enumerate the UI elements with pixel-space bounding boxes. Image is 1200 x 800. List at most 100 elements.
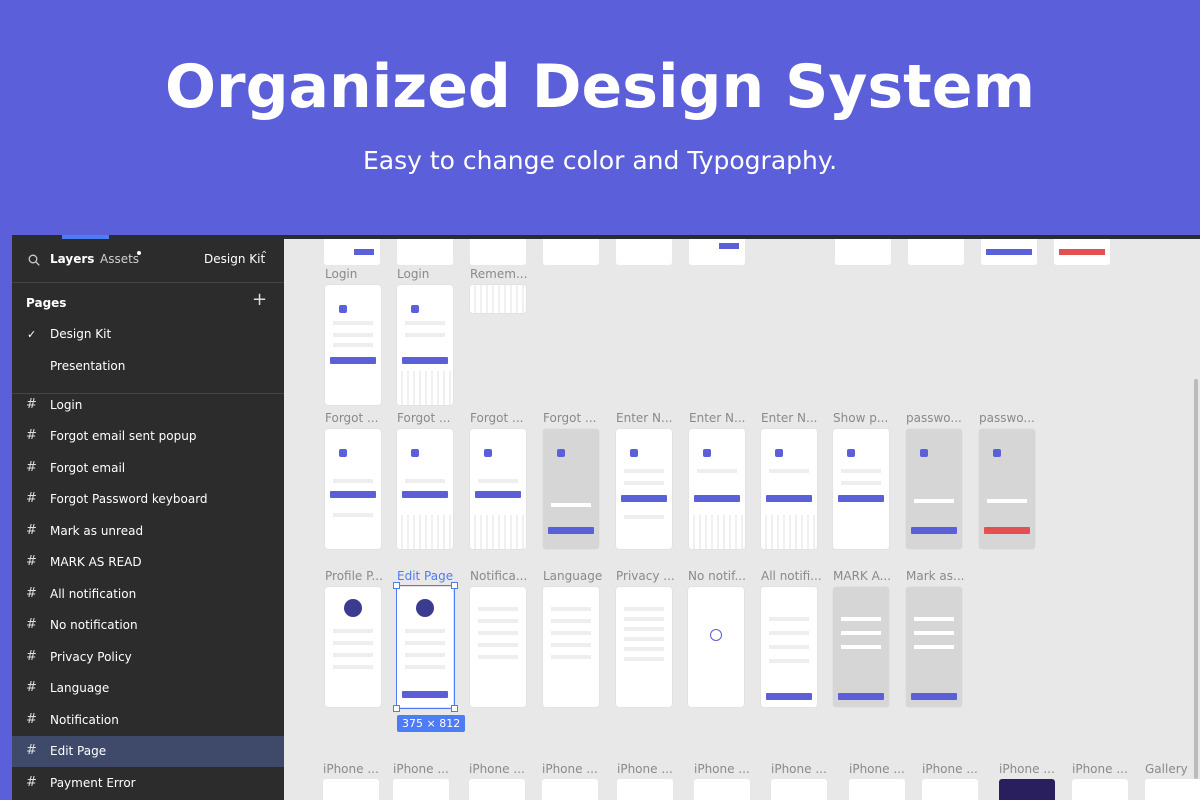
frame-label[interactable]: All notifi...: [761, 569, 822, 583]
canvas-scrollbar[interactable]: [1194, 379, 1198, 779]
frame-label[interactable]: iPhone ...: [617, 762, 673, 776]
frame-thumbnail[interactable]: [616, 429, 672, 549]
frame-thumbnail[interactable]: [542, 779, 598, 800]
frame-label[interactable]: MARK A...: [833, 569, 891, 583]
selection-box[interactable]: [396, 585, 455, 709]
frame-thumbnail[interactable]: [833, 587, 889, 707]
frame-label[interactable]: Enter N...: [689, 411, 745, 425]
layer-item[interactable]: # Privacy Policy: [12, 642, 284, 673]
frame-thumbnail[interactable]: [470, 239, 526, 265]
search-icon[interactable]: [28, 254, 40, 266]
frame-thumbnail[interactable]: [906, 429, 962, 549]
resize-handle[interactable]: [451, 582, 458, 589]
frame-label[interactable]: Enter N...: [761, 411, 817, 425]
frame-thumbnail[interactable]: [469, 779, 525, 800]
frame-label[interactable]: Login: [325, 267, 357, 281]
frame-label[interactable]: iPhone ...: [393, 762, 449, 776]
frame-thumbnail[interactable]: [616, 239, 672, 265]
frame-thumbnail[interactable]: [470, 285, 526, 313]
tab-assets[interactable]: Assets: [100, 252, 139, 266]
frame-label[interactable]: iPhone ...: [771, 762, 827, 776]
frame-thumbnail[interactable]: [397, 429, 453, 549]
frame-label[interactable]: Privacy ...: [616, 569, 675, 583]
frame-thumbnail[interactable]: [323, 779, 379, 800]
frame-label[interactable]: Forgot ...: [470, 411, 523, 425]
page-item-presentation[interactable]: Presentation: [50, 359, 125, 373]
frame-label[interactable]: Forgot ...: [543, 411, 596, 425]
layer-item-selected[interactable]: # Edit Page: [12, 736, 284, 767]
frame-label[interactable]: Remem...: [470, 267, 527, 281]
frame-label[interactable]: iPhone ...: [1072, 762, 1128, 776]
layer-item[interactable]: # Forgot Password keyboard: [12, 484, 284, 515]
frame-label[interactable]: Gallery: [1145, 762, 1188, 776]
frame-label[interactable]: iPhone ...: [542, 762, 598, 776]
frame-label[interactable]: Notifica...: [470, 569, 527, 583]
frame-label[interactable]: Profile P...: [325, 569, 383, 583]
chevron-up-icon[interactable]: ⌃: [260, 250, 268, 261]
frame-thumbnail[interactable]: [761, 587, 817, 707]
frame-thumbnail[interactable]: [1145, 779, 1200, 800]
layer-item[interactable]: # Language: [12, 673, 284, 704]
frame-thumbnail[interactable]: [689, 429, 745, 549]
frame-thumbnail[interactable]: [1072, 779, 1128, 800]
frame-label[interactable]: iPhone ...: [849, 762, 905, 776]
add-page-icon[interactable]: +: [252, 289, 267, 310]
resize-handle[interactable]: [393, 705, 400, 712]
design-canvas[interactable]: Login Login Remem... Forgot ... Forgot .…: [284, 239, 1200, 800]
resize-handle[interactable]: [393, 582, 400, 589]
frame-thumbnail[interactable]: [761, 429, 817, 549]
layer-item[interactable]: # All notification: [12, 579, 284, 610]
layer-item[interactable]: # Login: [12, 390, 284, 421]
frame-thumbnail[interactable]: [325, 429, 381, 549]
frame-label[interactable]: No notif...: [688, 569, 746, 583]
frame-thumbnail[interactable]: [906, 587, 962, 707]
frame-thumbnail[interactable]: [324, 239, 380, 265]
frame-label[interactable]: Enter N...: [616, 411, 672, 425]
layer-item[interactable]: # Forgot email: [12, 453, 284, 484]
frame-thumbnail[interactable]: [833, 429, 889, 549]
frame-thumbnail[interactable]: [470, 429, 526, 549]
frame-label[interactable]: iPhone ...: [469, 762, 525, 776]
frame-thumbnail[interactable]: [543, 587, 599, 707]
layer-item[interactable]: # Notification: [12, 705, 284, 736]
frame-label-selected[interactable]: Edit Page: [397, 569, 453, 583]
frame-label[interactable]: Login: [397, 267, 429, 281]
frame-thumbnail[interactable]: [849, 779, 905, 800]
tab-layers[interactable]: Layers: [50, 252, 94, 266]
frame-thumbnail[interactable]: [325, 285, 381, 405]
frame-thumbnail[interactable]: [981, 239, 1037, 265]
layer-item[interactable]: # No notification: [12, 610, 284, 641]
frame-thumbnail[interactable]: [922, 779, 978, 800]
frame-label[interactable]: iPhone ...: [694, 762, 750, 776]
frame-label[interactable]: iPhone ...: [922, 762, 978, 776]
frame-thumbnail[interactable]: [617, 779, 673, 800]
frame-label[interactable]: Forgot ...: [397, 411, 450, 425]
frame-thumbnail[interactable]: [397, 239, 453, 265]
frame-thumbnail[interactable]: [689, 239, 745, 265]
design-kit-select[interactable]: Design Kit: [204, 252, 265, 266]
page-item-design-kit[interactable]: Design Kit: [50, 327, 111, 341]
frame-thumbnail[interactable]: [543, 239, 599, 265]
frame-label[interactable]: passwo...: [979, 411, 1035, 425]
layer-item[interactable]: # Mark as unread: [12, 516, 284, 547]
layer-item[interactable]: # Forgot email sent popup: [12, 421, 284, 452]
frame-thumbnail[interactable]: [616, 587, 672, 707]
frame-thumbnail[interactable]: [771, 779, 827, 800]
frame-label[interactable]: Mark as...: [906, 569, 964, 583]
frame-thumbnail[interactable]: [688, 587, 744, 707]
resize-handle[interactable]: [451, 705, 458, 712]
frame-thumbnail[interactable]: [694, 779, 750, 800]
layer-item[interactable]: # Payment Error: [12, 768, 284, 799]
frame-label[interactable]: passwo...: [906, 411, 962, 425]
layer-item[interactable]: # MARK AS READ: [12, 547, 284, 578]
frame-thumbnail[interactable]: [1054, 239, 1110, 265]
frame-label[interactable]: Language: [543, 569, 602, 583]
frame-thumbnail[interactable]: [543, 429, 599, 549]
frame-label[interactable]: Forgot ...: [325, 411, 378, 425]
frame-thumbnail[interactable]: [397, 285, 453, 405]
frame-thumbnail[interactable]: [908, 239, 964, 265]
frame-thumbnail[interactable]: [835, 239, 891, 265]
frame-thumbnail[interactable]: [325, 587, 381, 707]
frame-thumbnail[interactable]: [979, 429, 1035, 549]
frame-thumbnail[interactable]: [470, 587, 526, 707]
